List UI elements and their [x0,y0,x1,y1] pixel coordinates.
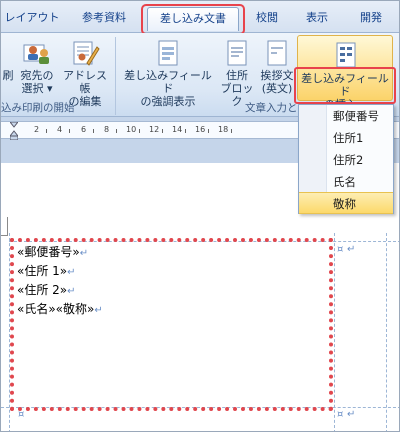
highlight-fields-icon [158,40,178,66]
edit-address-label-1: アドレス帳 [63,69,107,95]
ruler-tick [139,129,140,133]
group-separator [115,37,116,115]
tab-label: レイアウト [4,11,60,24]
cell-end-mark: ¤ [18,409,25,420]
return-mark: ↵ [67,286,76,297]
recipients-icon [23,44,49,64]
table-gridline [386,233,387,431]
menu-item-label: 郵便番号 [333,109,379,123]
menu-item-label: 住所1 [333,131,364,145]
insert-field-icon [336,42,356,68]
menu-item-title[interactable]: 敬称 [299,192,393,214]
ruler-number: 6 [81,125,87,134]
ruler-number: 8 [104,125,110,134]
address-block-button[interactable]: 住所 ブロック [217,39,257,108]
indent-marker-icon[interactable] [10,122,18,140]
highlight-fields-label-1: 差し込みフィールド [124,69,212,95]
return-mark: ↵ [347,244,356,255]
table-gridline [334,233,335,431]
menu-item-label: 氏名 [333,175,356,189]
greeting-line-label-2: (英文) [261,82,293,95]
ruler-number: 12 [149,125,160,134]
tab-label: 表示 [306,11,328,24]
greeting-line-button[interactable]: 挨拶文 (英文) [257,39,297,95]
ruler-tick [162,129,163,133]
tab-references[interactable]: 参考資料 [71,7,137,31]
tab-label: 参考資料 [82,11,126,24]
menu-item-address-2[interactable]: 住所2 [299,149,393,171]
menu-item-postal-code[interactable]: 郵便番号 [299,105,393,127]
name-title-field: «氏名»«敬称» [17,302,95,316]
address-block-icon [227,40,247,66]
ruler-number: 4 [57,125,63,134]
ruler-tick [116,129,117,133]
group-label-start-merge: 込み印刷の開始 [1,102,75,114]
ruler-number: 14 [172,125,183,134]
return-mark: ↵ [67,267,76,278]
tab-highlight-frame [141,4,245,35]
address-block-label-1: 住所 [226,69,248,82]
highlight-merge-fields-button[interactable]: 差し込みフィールド の強調表示 [119,39,217,108]
address-1-field: «住所 1» [17,264,68,278]
menu-item-label: 住所2 [333,153,364,167]
return-mark: ↵ [79,248,89,259]
ruler-number: 10 [126,125,137,134]
select-recipients-label-1: 宛先の [20,69,54,82]
menu-item-name[interactable]: 氏名 [299,171,393,193]
ruler-tick [46,129,47,133]
ruler-number: 2 [34,125,40,134]
cell-end-mark: ¤ [337,244,344,255]
merge-field-postal-code[interactable]: «郵便番号»↵ [17,243,88,260]
insert-field-highlight-frame [294,67,396,104]
tab-label: 校閲 [256,11,278,24]
print-label: 刷 [2,69,14,82]
edit-address-list-button[interactable]: アドレス帳 の編集 [59,39,111,108]
merge-field-name-title[interactable]: «氏名»«敬称»↵ [17,300,103,317]
merge-field-address-1[interactable]: «住所 1»↵ [17,262,76,279]
chevron-down-icon: ▾ [43,82,53,95]
print-button[interactable]: 刷 [1,69,15,82]
menu-item-label: 敬称 [333,197,356,211]
return-mark: ↵ [94,305,103,316]
ruler-tick [93,129,94,133]
group-label-write-insert: 文章入力と [245,102,298,114]
address-2-field: «住所 2» [17,283,68,297]
ruler-number: 18 [218,125,229,134]
crop-mark [7,217,8,235]
merge-field-menu: 郵便番号 住所1 住所2 氏名 敬称 [298,104,394,214]
tab-label: 開発 [360,11,382,24]
edit-list-icon [73,41,100,66]
highlight-fields-label-2: の強調表示 [140,95,196,108]
tab-view[interactable]: 表示 [299,7,335,31]
tab-developer[interactable]: 開発 [351,7,391,31]
return-mark: ↵ [347,409,356,420]
greeting-line-icon [267,40,287,66]
select-recipients-label-2: 選択 [21,82,44,95]
greeting-line-label-1: 挨拶文 [260,69,294,82]
tab-review[interactable]: 校閲 [249,7,285,31]
postal-code-field: «郵便番号» [17,245,80,259]
menu-item-address-1[interactable]: 住所1 [299,127,393,149]
select-recipients-button[interactable]: 宛先の 選択 ▾ [17,39,57,95]
tab-layout[interactable]: レイアウト [1,7,63,31]
ruler-tick [69,129,70,133]
ruler-number: 16 [195,125,206,134]
ruler-tick [185,129,186,133]
word-window: レイアウト 参考資料 差し込み文書 校閲 表示 開発 刷 宛先の 選択 ▾ アド… [0,0,400,432]
ruler-tick [231,129,232,133]
crop-mark [1,235,8,236]
merge-field-address-2[interactable]: «住所 2»↵ [17,281,76,298]
ruler-tick [208,129,209,133]
cell-end-mark: ¤ [337,409,344,420]
